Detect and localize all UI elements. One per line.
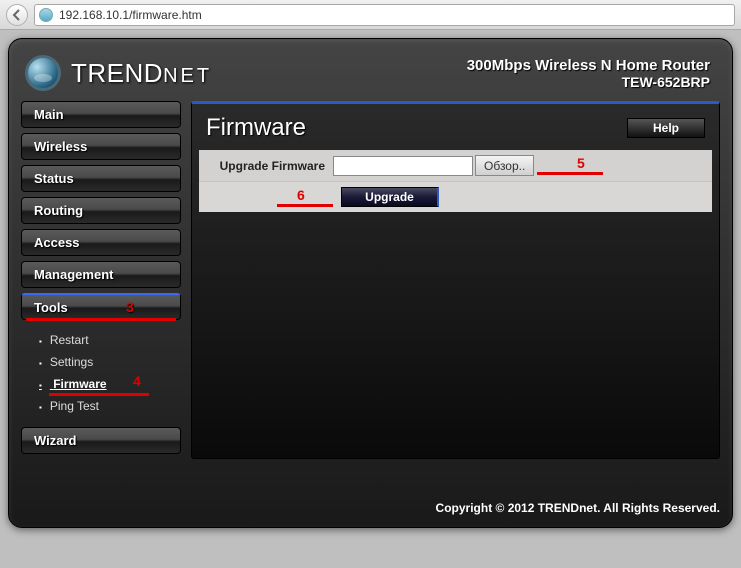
brand: TRENDNET (25, 55, 212, 91)
browser-toolbar: 192.168.10.1/firmware.htm (0, 0, 741, 30)
upgrade-label: Upgrade Firmware (207, 159, 333, 173)
annotation-5-underline (537, 172, 603, 175)
browse-button[interactable]: Обзор.. (475, 155, 534, 176)
globe-icon (39, 8, 53, 22)
footer-copyright: Copyright © 2012 TRENDnet. All Rights Re… (436, 501, 720, 515)
annotation-5: 5 (577, 155, 585, 171)
tools-submenu: Restart Settings Firmware 4 Ping Test (21, 325, 181, 427)
annotation-3-underline (26, 318, 176, 321)
help-button[interactable]: Help (627, 118, 705, 138)
sidebar: Main Wireless Status Routing Access Mana… (21, 101, 181, 459)
submenu-firmware-label: Firmware (53, 377, 106, 391)
nav-wireless[interactable]: Wireless (21, 133, 181, 160)
annotation-4: 4 (133, 373, 141, 389)
nav-routing[interactable]: Routing (21, 197, 181, 224)
content-header: Firmware Help (192, 104, 719, 150)
upgrade-action-row: 6 Upgrade (199, 182, 712, 212)
content-panel: Firmware Help Upgrade Firmware Обзор.. 5… (191, 101, 720, 459)
header: TRENDNET 300Mbps Wireless N Home Router … (21, 49, 720, 101)
nav-management[interactable]: Management (21, 261, 181, 288)
nav-status[interactable]: Status (21, 165, 181, 192)
submenu-firmware[interactable]: Firmware 4 (39, 373, 181, 395)
brand-text: TRENDNET (71, 58, 212, 89)
product-name: 300Mbps Wireless N Home Router (467, 57, 710, 74)
annotation-3: 3 (126, 299, 134, 315)
annotation-6-underline (277, 204, 333, 207)
nav-tools-label: Tools (34, 300, 68, 315)
brand-logo-icon (25, 55, 61, 91)
address-bar[interactable]: 192.168.10.1/firmware.htm (34, 4, 735, 26)
nav-access[interactable]: Access (21, 229, 181, 256)
nav-wizard[interactable]: Wizard (21, 427, 181, 454)
upgrade-button[interactable]: Upgrade (341, 187, 439, 207)
submenu-settings[interactable]: Settings (39, 351, 181, 373)
firmware-file-input[interactable] (333, 156, 473, 176)
url-text: 192.168.10.1/firmware.htm (59, 8, 202, 22)
nav-main[interactable]: Main (21, 101, 181, 128)
submenu-restart[interactable]: Restart (39, 329, 181, 351)
upgrade-row: Upgrade Firmware Обзор.. 5 (199, 150, 712, 182)
submenu-pingtest[interactable]: Ping Test (39, 395, 181, 417)
firmware-form: Upgrade Firmware Обзор.. 5 6 Upgrade (199, 150, 712, 212)
nav-tools[interactable]: Tools 3 (21, 293, 181, 320)
annotation-6: 6 (297, 187, 305, 203)
back-button[interactable] (6, 4, 28, 26)
product-model: TEW-652BRP (467, 74, 710, 90)
product-info: 300Mbps Wireless N Home Router TEW-652BR… (467, 57, 710, 90)
router-admin-frame: TRENDNET 300Mbps Wireless N Home Router … (8, 38, 733, 528)
page-title: Firmware (206, 114, 306, 142)
